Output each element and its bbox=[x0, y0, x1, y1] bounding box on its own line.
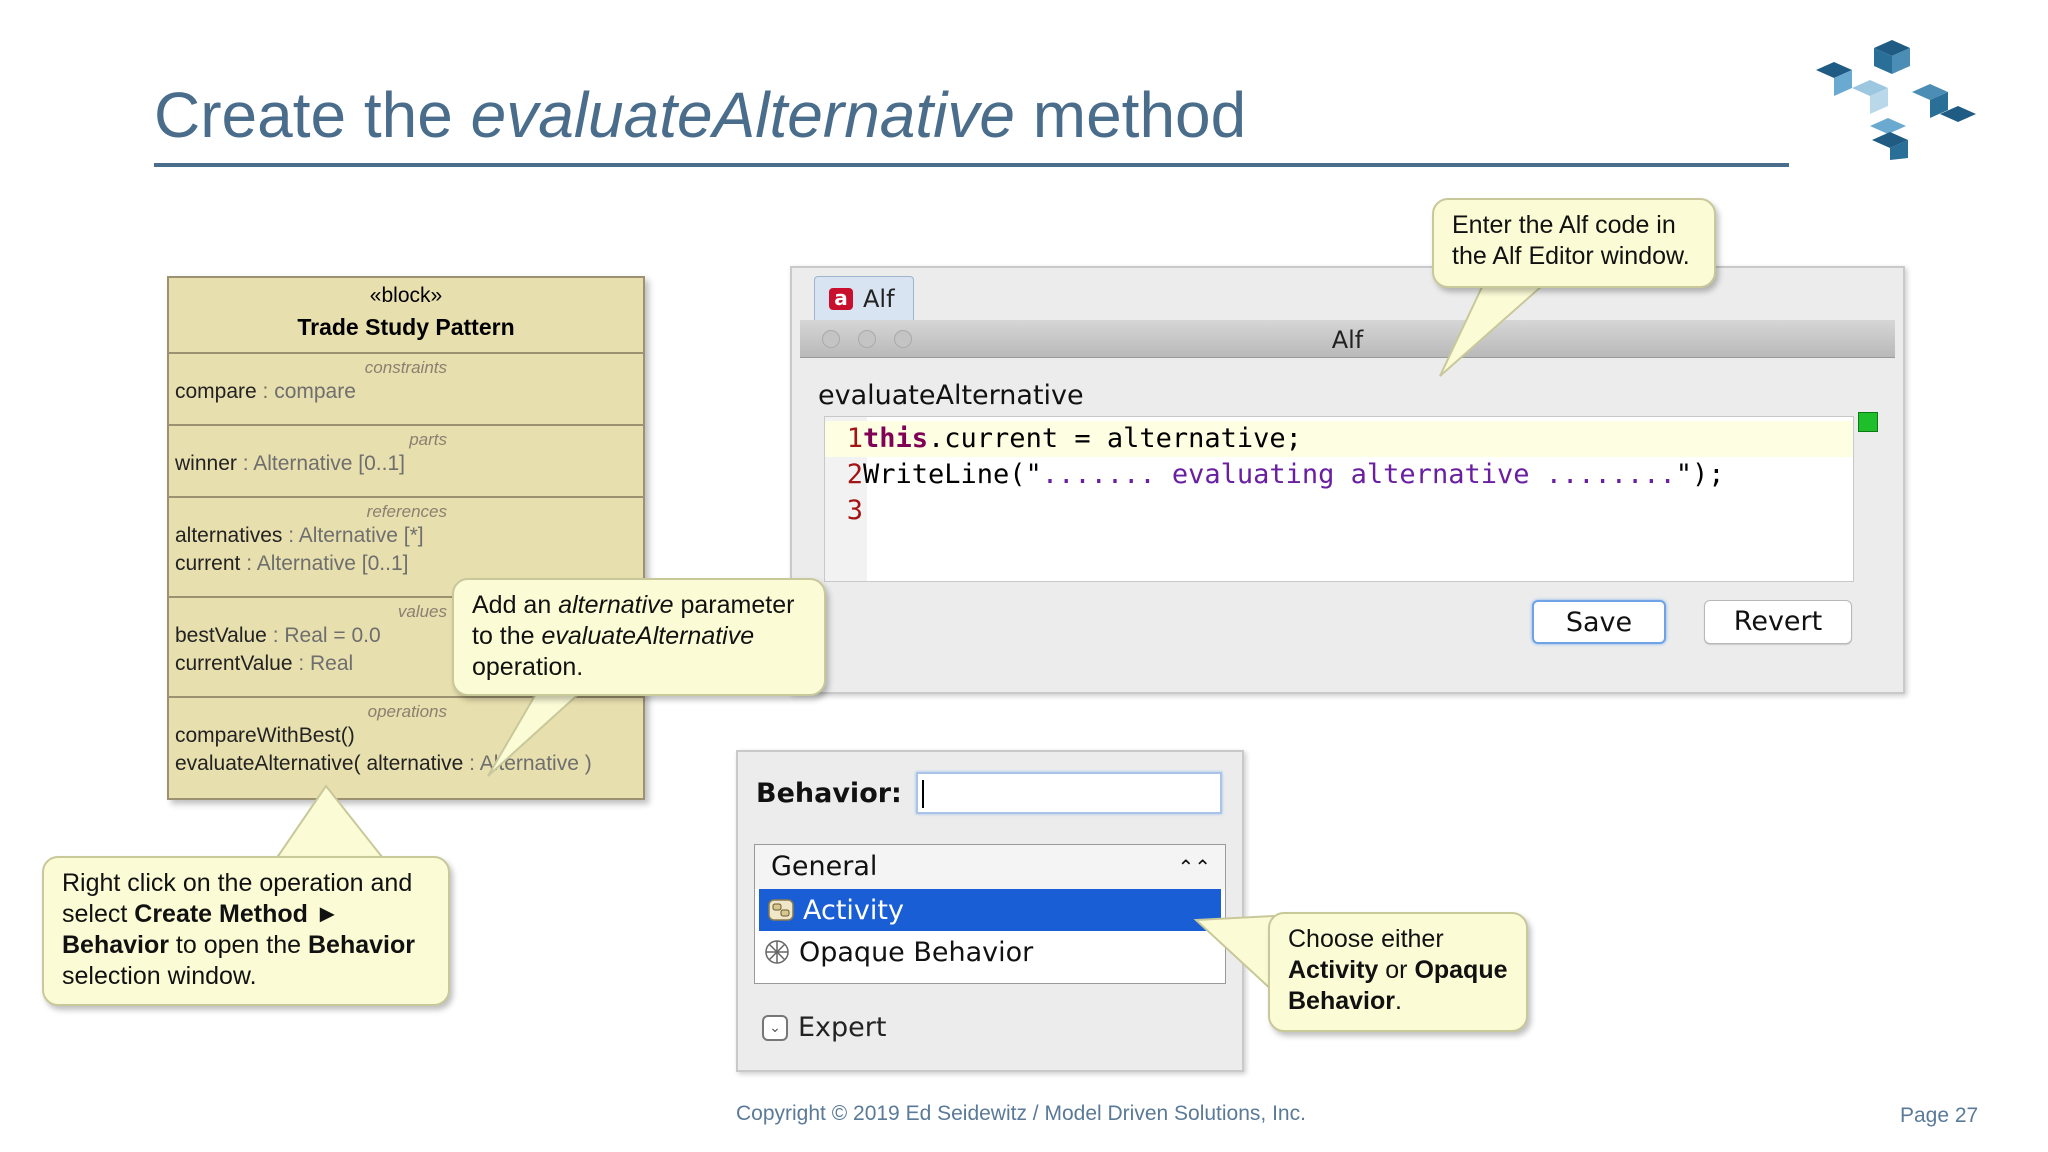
chevron-down-icon[interactable]: ⌄ bbox=[762, 1014, 788, 1041]
alf-window-title: Alf bbox=[1331, 326, 1364, 354]
alf-code-editor[interactable]: 1this.current = alternative; 2WriteLine(… bbox=[824, 416, 1854, 582]
callout-add-parameter: Add an alternative parameter to the eval… bbox=[452, 578, 826, 696]
title-emphasis: evaluateAlternative bbox=[470, 79, 1015, 151]
operation-name: evaluateAlternative bbox=[818, 380, 1084, 411]
behavior-label: Behavior: bbox=[756, 778, 902, 809]
callout-tail bbox=[272, 784, 389, 863]
row-type: : compare bbox=[256, 380, 356, 403]
line-number: 2 bbox=[846, 459, 863, 490]
alf-window-titlebar: Alf bbox=[800, 320, 1895, 358]
callout-bold: Behavior bbox=[308, 931, 415, 959]
line-number: 1 bbox=[846, 423, 863, 454]
code-keyword: this bbox=[863, 423, 929, 454]
code-line[interactable]: 2WriteLine("....... evaluating alternati… bbox=[825, 457, 1853, 493]
code-text: WriteLine(" bbox=[863, 459, 1042, 490]
page-number: Page 27 bbox=[1900, 1104, 1979, 1127]
code-line[interactable]: 1this.current = alternative; bbox=[825, 421, 1853, 457]
callout-text: or bbox=[1378, 956, 1415, 984]
alf-editor-panel: a Alf Alf evaluateAlternative 1this.curr… bbox=[790, 266, 1905, 694]
copyright-footer: Copyright © 2019 Ed Seidewitz / Model Dr… bbox=[736, 1102, 1306, 1125]
row-name: evaluateAlternative( alternative bbox=[175, 752, 464, 775]
callout-alf-hint-text: Enter the Alf code in the Alf Editor win… bbox=[1452, 211, 1690, 270]
uml-compartment-parts: parts winner : Alternative [0..1] bbox=[169, 426, 643, 498]
behavior-selection-dialog: Behavior: General ⌃⌃ Activity Opaque Beh… bbox=[736, 750, 1244, 1072]
uml-compartment-constraints: constraints compare : compare bbox=[169, 354, 643, 426]
callout-bold: Activity bbox=[1288, 956, 1379, 984]
uml-block-name: Trade Study Pattern bbox=[297, 314, 515, 340]
row-name: alternatives bbox=[175, 524, 283, 547]
code-string: ....... evaluating alternative ........ bbox=[1041, 459, 1676, 490]
callout-choose-behavior: Choose either Activity or Opaque Behavio… bbox=[1268, 912, 1528, 1032]
row-type: : Alternative [*] bbox=[282, 524, 424, 547]
list-item-label: Activity bbox=[803, 894, 904, 926]
code-text: "); bbox=[1675, 459, 1725, 490]
compartment-title: constraints bbox=[364, 358, 447, 377]
callout-emphasis: evaluateAlternative bbox=[541, 622, 755, 650]
callout-text: . bbox=[1394, 987, 1402, 1015]
row-name: winner bbox=[175, 452, 237, 475]
code-text: .current = alternative; bbox=[928, 423, 1302, 454]
save-button[interactable]: Save bbox=[1532, 600, 1666, 644]
callout-text: Add an bbox=[472, 591, 559, 619]
compartment-title: parts bbox=[409, 430, 447, 449]
tab-alf[interactable]: a Alf bbox=[814, 276, 914, 320]
group-label: General bbox=[771, 851, 878, 882]
callout-text: operation. bbox=[472, 653, 584, 681]
text-caret bbox=[922, 780, 924, 808]
group-general[interactable]: General ⌃⌃ bbox=[755, 845, 1225, 889]
row-type: : Real bbox=[292, 652, 354, 675]
collapse-icon[interactable]: ⌃⌃ bbox=[1177, 845, 1211, 889]
row-name: compareWithBest() bbox=[175, 724, 355, 747]
alf-icon: a bbox=[829, 287, 853, 310]
row-name: compare bbox=[175, 380, 257, 403]
uml-row[interactable]: alternatives : Alternative [*] bbox=[175, 522, 637, 550]
row-type: : Alternative [0..1] bbox=[240, 552, 409, 575]
title-underline bbox=[154, 163, 1789, 167]
behavior-list: General ⌃⌃ Activity Opaque Behavior bbox=[754, 844, 1226, 984]
activity-icon bbox=[768, 899, 794, 921]
title-prefix: Create the bbox=[154, 79, 471, 151]
uml-row[interactable]: winner : Alternative [0..1] bbox=[175, 450, 637, 478]
expert-label: Expert bbox=[798, 1012, 887, 1043]
uml-row[interactable]: current : Alternative [0..1] bbox=[175, 550, 637, 578]
row-name: current bbox=[175, 552, 241, 575]
uml-row[interactable]: compare : compare bbox=[175, 378, 637, 406]
uml-block-header: «block» Trade Study Pattern bbox=[169, 278, 643, 354]
opaque-behavior-icon bbox=[765, 940, 789, 964]
behavior-search-input[interactable] bbox=[916, 772, 1222, 814]
list-item-label: Opaque Behavior bbox=[799, 936, 1034, 968]
callout-text: Choose either bbox=[1288, 925, 1444, 953]
row-name: currentValue bbox=[175, 652, 293, 675]
callout-text: to open the bbox=[168, 931, 308, 959]
slide-title: Create the evaluateAlternative method bbox=[154, 78, 1246, 152]
uml-stereotype: «block» bbox=[369, 284, 443, 307]
compartment-title: references bbox=[366, 502, 447, 521]
tab-alf-label: Alf bbox=[863, 284, 895, 313]
row-name: bestValue bbox=[175, 624, 267, 647]
validation-status-icon bbox=[1858, 412, 1878, 432]
callout-alf-hint: Enter the Alf code in the Alf Editor win… bbox=[1432, 198, 1716, 288]
revert-button[interactable]: Revert bbox=[1704, 600, 1852, 644]
callout-emphasis: alternative bbox=[558, 591, 674, 619]
list-item-activity[interactable]: Activity bbox=[759, 889, 1221, 931]
line-number: 3 bbox=[846, 495, 863, 526]
list-item-opaque-behavior[interactable]: Opaque Behavior bbox=[755, 931, 1225, 973]
callout-tail bbox=[1193, 914, 1275, 995]
callout-right-click: Right click on the operation and select … bbox=[42, 856, 450, 1006]
title-suffix: method bbox=[1014, 79, 1247, 151]
code-line[interactable]: 3 bbox=[825, 493, 1853, 529]
expert-toggle[interactable]: ⌄ Expert bbox=[762, 1012, 886, 1043]
company-logo-icon bbox=[1816, 40, 1976, 160]
callout-text: selection window. bbox=[62, 962, 257, 990]
row-type: : Alternative [0..1] bbox=[236, 452, 405, 475]
row-type: : Real = 0.0 bbox=[266, 624, 381, 647]
